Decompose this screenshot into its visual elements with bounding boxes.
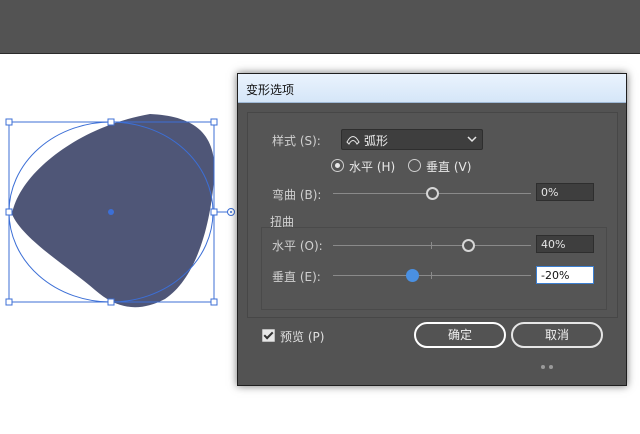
- preview-label[interactable]: 预览 (P): [280, 328, 324, 345]
- resize-grip-icon[interactable]: [538, 363, 558, 371]
- handle-middle-left: [5, 208, 13, 216]
- horizontal-radio[interactable]: [331, 159, 344, 172]
- vertical-distortion-thumb[interactable]: [406, 269, 419, 282]
- vertical-radio[interactable]: [408, 159, 421, 172]
- handle-middle-right: [210, 208, 218, 216]
- handle-top-center: [107, 118, 115, 126]
- horizontal-distortion-thumb[interactable]: [462, 239, 475, 252]
- vertical-distortion-center-tick: [431, 272, 432, 279]
- handle-top-left: [5, 118, 13, 126]
- vertical-distortion-field[interactable]: -20%: [536, 266, 594, 284]
- dialog-title: 变形选项: [246, 83, 295, 97]
- horizontal-distortion-center-tick: [431, 242, 432, 249]
- application-toolbar: [0, 0, 640, 54]
- handle-bottom-left: [5, 298, 13, 306]
- style-label: 样式 (S):: [272, 134, 321, 148]
- horizontal-distortion-field[interactable]: 40%: [536, 235, 594, 253]
- center-point: [108, 209, 114, 215]
- vertical-distortion-label: 垂直 (E):: [272, 270, 321, 284]
- chevron-down-icon: [467, 136, 477, 143]
- style-value: 弧形: [364, 134, 389, 148]
- bend-slider-thumb[interactable]: [426, 187, 439, 200]
- cancel-button[interactable]: 取消: [511, 322, 603, 348]
- horizontal-distortion-track[interactable]: [333, 245, 531, 246]
- warp-options-dialog: 变形选项 样式 (S): 弧形 水平 (H) 垂直 (V) 弯曲 (B): 0%…: [237, 73, 627, 386]
- handle-bottom-center: [107, 298, 115, 306]
- preview-checkbox[interactable]: [262, 329, 275, 342]
- style-select[interactable]: 弧形: [341, 129, 483, 150]
- bend-value-field[interactable]: 0%: [536, 183, 594, 201]
- dialog-titlebar[interactable]: 变形选项: [238, 74, 626, 103]
- bend-label: 弯曲 (B):: [272, 188, 322, 202]
- vertical-radio-label[interactable]: 垂直 (V): [426, 158, 471, 175]
- horizontal-distortion-label: 水平 (O):: [272, 239, 323, 253]
- handle-bottom-right: [210, 298, 218, 306]
- options-panel: 样式 (S): 弧形 水平 (H) 垂直 (V) 弯曲 (B): 0% 扭曲 水…: [247, 112, 618, 318]
- vertical-distortion-track[interactable]: [333, 275, 531, 276]
- horizontal-radio-label[interactable]: 水平 (H): [349, 158, 395, 175]
- ok-button[interactable]: 确定: [414, 322, 506, 348]
- handle-top-right: [210, 118, 218, 126]
- arc-style-icon: [346, 136, 360, 145]
